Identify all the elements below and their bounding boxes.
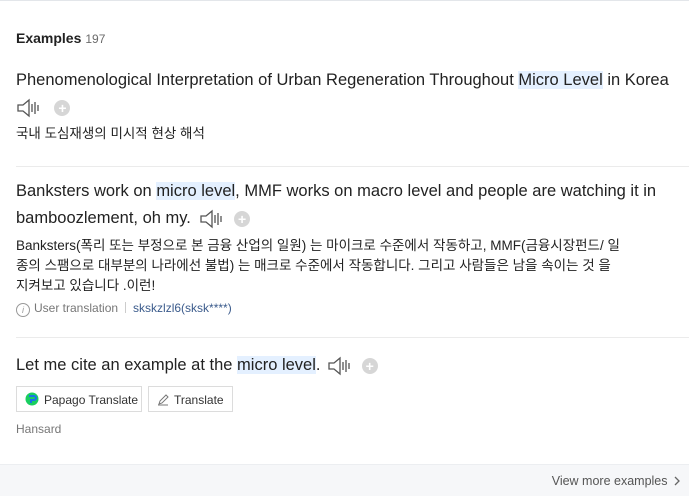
example-sentence: Banksters work on micro level, MMF works… [16,182,657,200]
add-icon[interactable]: + [234,210,251,227]
example-translation: 국내 도심재생의 미시적 현상 해석 [16,126,205,141]
view-more-examples-link[interactable]: View more examples [552,474,681,488]
translation-meta: i User translation skskzlzl6(sksk****) [16,301,232,317]
section-title: Examples [16,30,82,46]
speaker-icon[interactable] [327,356,353,376]
divider [16,337,689,338]
highlighted-term: Micro Level [518,71,603,89]
example-sentence: Phenomenological Interpretation of Urban… [16,71,669,89]
top-border [0,0,689,1]
user-translation-label: User translation [34,301,119,315]
translate-button[interactable]: Translate [148,386,233,412]
speaker-icon[interactable] [199,209,225,229]
info-icon: i [16,303,30,317]
chevron-right-icon [674,476,680,486]
add-icon[interactable]: + [54,100,71,116]
example-sentence: Let me cite an example at the micro leve… [16,352,378,379]
section-header: Examples 197 [16,30,105,46]
divider [16,166,689,167]
translator-link[interactable]: skskzlzl6(sksk****) [133,301,232,315]
highlighted-term: micro level [156,182,236,200]
example-count: 197 [85,32,106,46]
add-icon[interactable]: + [361,357,378,374]
example-source: Hansard [16,422,62,436]
speaker-icon[interactable] [16,98,42,118]
separator [125,302,127,313]
example-translation: Banksters(폭리 또는 부정으로 본 금융 산업의 일원) 는 마이크로… [16,238,620,293]
example-actions: + [16,98,71,118]
papago-translate-button[interactable]: Papago Translate [16,386,142,412]
pencil-icon [158,394,169,406]
example-sentence-line2: bamboozlement, oh my. + [16,205,251,232]
footer-bar: View more examples [0,464,689,496]
papago-icon [25,392,39,406]
highlighted-term: micro level [237,356,316,374]
